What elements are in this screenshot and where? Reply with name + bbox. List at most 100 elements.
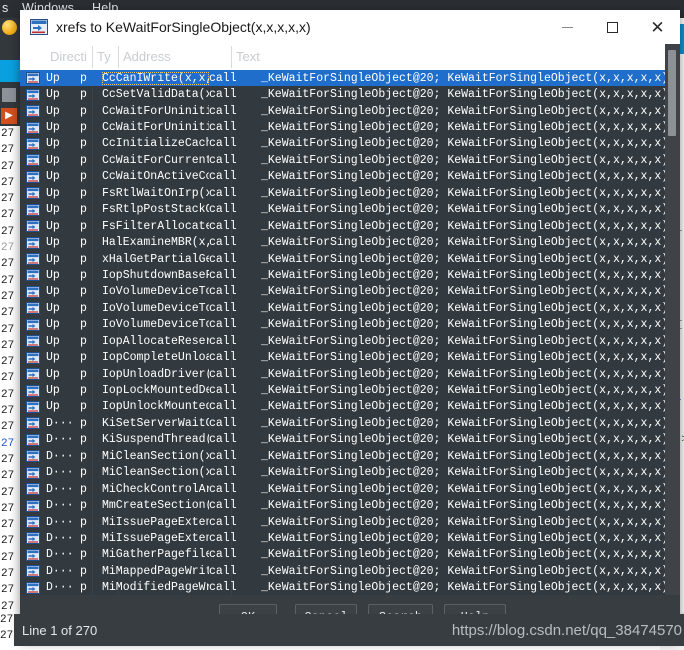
cell-address: FsRtlWaitOnIrp(x,x,··· [102,186,209,200]
close-icon[interactable]: ✕ [635,10,680,44]
cell-call: call [209,186,237,200]
cell-text: _KeWaitForSingleObject@20; KeWaitForSing… [261,121,669,135]
cell-address: MiMappedPageWriter(··· [102,564,209,578]
column-header-text[interactable]: Text [232,44,662,70]
cell-call: call [209,367,237,381]
cell-type: p [80,581,87,595]
table-row[interactable]: D··· p KiSetServerWaitClie···call _KeWaitFo… [20,415,680,431]
table-row[interactable]: Up p IopUnlockMountedDev···call _KeWaitForS… [20,399,680,415]
cell-type: p [80,384,87,398]
table-row[interactable]: Up p CcWaitForUninitiali···call _KeWaitForS… [20,119,680,135]
table-row[interactable]: Up p IopCompleteUnloadOr···call _KeWaitForS… [20,349,680,365]
cell-call: call [209,466,237,480]
xrefs-list[interactable]: UppCcCanIWrite(x,x,x,x···call_KeWaitForS… [20,70,680,595]
background-address-fragment: 27 [1,421,15,434]
cell-call: call [209,548,237,562]
column-header-type[interactable]: Ty [93,44,118,70]
table-row[interactable]: Up p CcWaitForUninitiali···call _KeWaitForS… [20,103,680,119]
cell-direction: Up [46,236,60,250]
table-row[interactable]: D··· p MiModifiedPageWrite···call _KeWaitFo… [20,580,680,595]
cell-type: p [80,252,87,266]
table-row[interactable]: Up p IopUnloadDriver(x,x···call _KeWaitForS… [20,366,680,382]
table-row[interactable]: Up p IopLockMountedDevic···call _KeWaitForS… [20,382,680,398]
background-address-fragment: 27 [1,535,15,548]
table-row[interactable]: Up p CcWaitForCurrentLaz···call _KeWaitForS… [20,152,680,168]
table-row[interactable]: Up p IopAllocateReserveI···call _KeWaitForS… [20,333,680,349]
cell-address: MmCreateSection(x,x··· [102,499,209,513]
table-row[interactable]: D··· p MiCheckControlAreaS···call _KeWaitFo… [20,481,680,497]
list-scrollbar-thumb[interactable] [668,50,676,136]
xref-row-icon [26,483,40,496]
cell-address: HalExamineMBR(x,x,x··· [102,236,209,250]
cell-address: IopShutdownBaseFile··· [102,268,209,282]
maximize-icon[interactable] [590,10,635,44]
xref-row-icon [26,121,40,134]
cell-direction: Up [46,71,60,85]
table-row[interactable]: D··· p MiIssuePageExtendRe···call _KeWaitFo… [20,514,680,530]
cell-direction: D··· [46,581,74,595]
cell-address: CcWaitForCurrentLaz··· [102,153,209,167]
cell-call: call [209,285,237,299]
cell-text: _KeWaitForSingleObject@20; KeWaitForSing… [261,564,669,578]
cell-type: p [80,236,87,250]
menu-item-truncated[interactable]: s [2,1,8,15]
table-row[interactable]: D··· p MiCleanSection(x,x)···call _KeWaitFo… [20,448,680,464]
cell-address: IopCompleteUnloadOr··· [102,351,209,365]
table-row[interactable]: D··· p MiGatherPagefilePag···call _KeWaitFo… [20,547,680,563]
column-header-address[interactable]: Address [119,44,231,70]
table-row[interactable]: D··· p MiCleanSection(x,x)···call _KeWaitFo… [20,465,680,481]
minimize-icon[interactable] [545,10,590,44]
background-address-fragment: 27 [1,502,15,515]
dialog-statusbar: Line 1 of 270 https://blog.csdn.net/qq_3… [14,614,684,646]
background-address-fragment: 27 [1,388,15,401]
table-row[interactable]: D··· p MiIssuePageExtendRe···call _KeWaitFo… [20,530,680,546]
table-row[interactable]: Up p IoVolumeDeviceToDos···call _KeWaitForS… [20,317,680,333]
cell-text: _KeWaitForSingleObject@20; KeWaitForSing… [261,416,669,430]
cell-text: _KeWaitForSingleObject@20; KeWaitForSing… [261,71,669,85]
dialog-titlebar[interactable]: xrefs to KeWaitForSingleObject(x,x,x,x,x… [20,10,680,44]
table-row[interactable]: Up p xHalGetPartialGeome···call _KeWaitForS… [20,251,680,267]
column-header-direction[interactable]: Directi [46,44,92,70]
cell-direction: Up [46,252,60,266]
cell-call: call [209,219,237,233]
cell-direction: Up [46,367,60,381]
table-row[interactable]: D··· p KiSuspendThread(x,x···call _KeWaitFo… [20,432,680,448]
xref-row-icon [26,450,40,463]
cell-call: call [209,268,237,282]
xref-row-icon [26,137,40,150]
cell-direction: D··· [46,433,74,447]
cell-direction: D··· [46,564,74,578]
xref-row-icon [26,532,40,545]
table-row[interactable]: Up p HalExamineMBR(x,x,x···call _KeWaitForS… [20,234,680,250]
cell-text: _KeWaitForSingleObject@20; KeWaitForSing… [261,367,669,381]
table-row[interactable]: D··· p MiMappedPageWriter(···call _KeWaitFo… [20,563,680,579]
background-address-fragment: 27 [1,339,15,352]
cell-direction: Up [46,121,60,135]
table-row[interactable]: Up p IoVolumeDeviceToDos···call _KeWaitForS… [20,284,680,300]
table-row[interactable]: Up p CcWaitOnActiveCount···call _KeWaitForS… [20,169,680,185]
table-row[interactable]: Up p CcCanIWrite(x,x,x,x···call _KeWaitForS… [20,70,680,87]
table-row[interactable]: Up p FsRtlpPostStackOver···call _KeWaitForS… [20,202,680,218]
cell-address: CcWaitForUninitiali··· [102,104,209,118]
cell-direction: Up [46,219,60,233]
table-row[interactable]: Up p CcInitializeCacheMa···call _KeWaitForS… [20,136,680,152]
xref-row-icon [26,417,40,430]
table-row[interactable]: D··· p MmCreateSection(x,x···call _KeWaitFo… [20,497,680,513]
cell-address: KiSuspendThread(x,x··· [102,433,209,447]
cell-text: _KeWaitForSingleObject@20; KeWaitForSing… [261,515,669,529]
list-scrollbar[interactable] [665,44,680,595]
cell-direction: Up [46,268,60,282]
table-row[interactable]: Up p FsFilterAllocateCom···call _KeWaitForS… [20,218,680,234]
cell-type: p [80,482,87,496]
xref-row-icon [26,400,40,413]
xref-row-icon [26,318,40,331]
cell-call: call [209,433,237,447]
window-controls: ✕ [545,10,680,44]
cell-text: _KeWaitForSingleObject@20; KeWaitForSing… [261,449,669,463]
background-address-fragment: 27 [1,470,15,483]
table-row[interactable]: Up p FsRtlWaitOnIrp(x,x,···call _KeWaitForS… [20,185,680,201]
table-row[interactable]: Up p IoVolumeDeviceToDos···call _KeWaitForS… [20,300,680,316]
cell-type: p [80,71,87,85]
table-row[interactable]: Up p CcSetValidData(x,x)···call _KeWaitForS… [20,86,680,102]
table-row[interactable]: Up p IopShutdownBaseFile···call _KeWaitForS… [20,267,680,283]
